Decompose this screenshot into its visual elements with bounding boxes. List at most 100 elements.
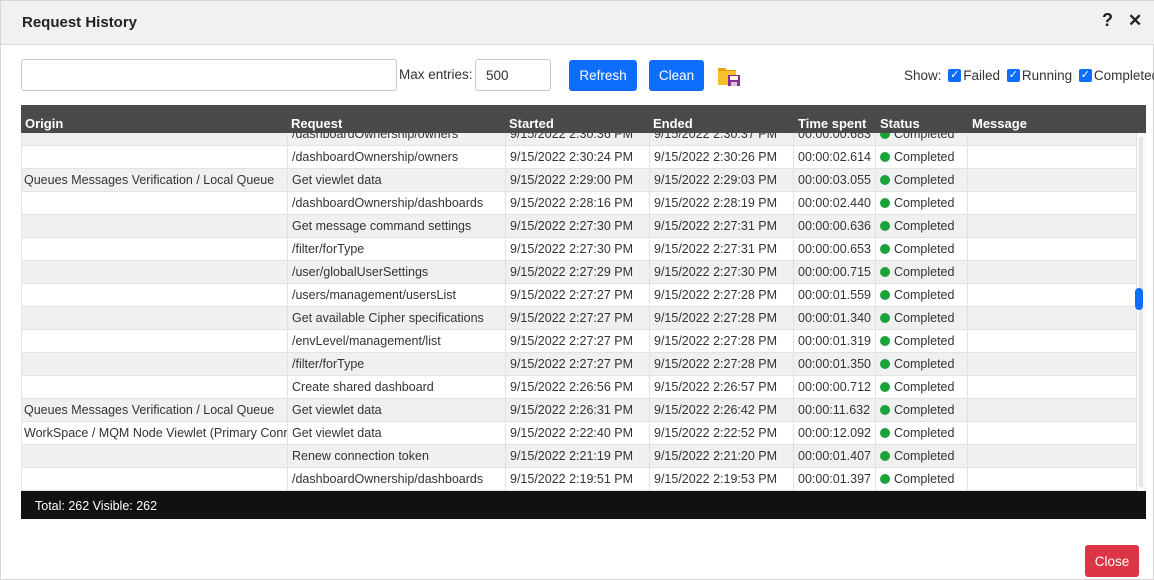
cell-time-spent: 00:00:00.683 [794,133,876,146]
search-input[interactable] [21,59,397,91]
cell-origin [22,284,288,307]
column-header-ended[interactable]: Ended [653,116,693,131]
table-row[interactable]: /dashboardOwnership/owners 9/15/2022 2:30… [22,146,1136,169]
status-dot-icon [880,267,890,277]
cell-started: 9/15/2022 2:27:27 PM [506,284,650,307]
failed-checkbox[interactable]: ✓ [948,68,962,82]
cell-request: Renew connection token [288,445,506,468]
cell-origin [22,133,288,146]
dialog-title: Request History [22,14,138,31]
cell-started: 9/15/2022 2:19:51 PM [506,468,650,491]
scrollbar-thumb[interactable] [1135,288,1143,310]
max-entries-label: Max entries: [399,67,473,82]
cell-status: Completed [876,238,968,261]
column-header-started[interactable]: Started [509,116,554,131]
cell-ended: 9/15/2022 2:19:53 PM [650,468,794,491]
cell-request: Get message command settings [288,215,506,238]
column-header-message[interactable]: Message [972,116,1027,131]
cell-started: 9/15/2022 2:27:30 PM [506,238,650,261]
cell-ended: 9/15/2022 2:27:28 PM [650,330,794,353]
grid-body[interactable]: /dashboardOwnership/owners 9/15/2022 2:30… [21,133,1136,491]
column-header-origin[interactable]: Origin [25,116,63,131]
table-row[interactable]: /dashboardOwnership/dashboards 9/15/2022 … [22,468,1136,491]
status-dot-icon [880,428,890,438]
clean-button[interactable]: Clean [649,60,704,91]
cell-request: /dashboardOwnership/owners [288,146,506,169]
cell-ended: 9/15/2022 2:21:20 PM [650,445,794,468]
completed-checkbox[interactable]: ✓ [1078,68,1092,82]
cell-time-spent: 00:00:02.614 [794,146,876,169]
table-row[interactable]: /user/globalUserSettings 9/15/2022 2:27:2… [22,261,1136,284]
scrollbar-track[interactable] [1139,137,1143,487]
status-dot-icon [880,451,890,461]
cell-origin [22,330,288,353]
table-row[interactable]: Get available Cipher specifications 9/15/… [22,307,1136,330]
status-label: Completed [894,196,955,210]
running-checkbox[interactable]: ✓ [1006,68,1020,82]
status-label: Completed [894,288,955,302]
cell-status: Completed [876,422,968,445]
cell-status: Completed [876,215,968,238]
cell-ended: 9/15/2022 2:30:26 PM [650,146,794,169]
cell-message [968,215,1136,238]
table-row[interactable]: Queues Messages Verification / Local Que… [22,399,1136,422]
grid-footer: Total: 262 Visible: 262 [21,491,1146,519]
table-row[interactable]: Create shared dashboard 9/15/2022 2:26:56… [22,376,1136,399]
vertical-scrollbar[interactable] [1136,133,1146,491]
status-label: Completed [894,426,955,440]
status-dot-icon [880,152,890,162]
help-icon[interactable]: ? [1102,10,1113,31]
cell-time-spent: 00:00:00.712 [794,376,876,399]
cell-request: /users/management/usersList [288,284,506,307]
table-row[interactable]: Queues Messages Verification / Local Que… [22,169,1136,192]
table-row[interactable]: /envLevel/management/list 9/15/2022 2:27:… [22,330,1136,353]
table-row[interactable]: /users/management/usersList 9/15/2022 2:2… [22,284,1136,307]
status-dot-icon [880,336,890,346]
status-label: Completed [894,133,955,141]
cell-ended: 9/15/2022 2:29:03 PM [650,169,794,192]
cell-request: Get viewlet data [288,399,506,422]
column-header-status[interactable]: Status [880,116,920,131]
cell-started: 9/15/2022 2:30:24 PM [506,146,650,169]
cell-started: 9/15/2022 2:26:31 PM [506,399,650,422]
save-export-icon[interactable] [717,65,741,87]
table-row[interactable]: WorkSpace / MQM Node Viewlet (Primary Co… [22,422,1136,445]
cell-request: Get viewlet data [288,422,506,445]
cell-origin [22,192,288,215]
cell-ended: 9/15/2022 2:27:28 PM [650,307,794,330]
cell-started: 9/15/2022 2:26:56 PM [506,376,650,399]
table-row[interactable]: /dashboardOwnership/owners 9/15/2022 2:30… [22,133,1136,146]
table-row[interactable]: /dashboardOwnership/dashboards 9/15/2022 … [22,192,1136,215]
column-header-request[interactable]: Request [291,116,342,131]
cell-message [968,307,1136,330]
status-label: Completed [894,311,955,325]
cell-status: Completed [876,445,968,468]
cell-ended: 9/15/2022 2:27:31 PM [650,215,794,238]
cell-started: 9/15/2022 2:27:30 PM [506,215,650,238]
status-label: Completed [894,150,955,164]
cell-request: /envLevel/management/list [288,330,506,353]
cell-status: Completed [876,468,968,491]
table-row[interactable]: Get message command settings 9/15/2022 2:… [22,215,1136,238]
close-button[interactable]: Close [1085,545,1139,577]
max-entries-input[interactable] [475,59,551,91]
cell-ended: 9/15/2022 2:27:28 PM [650,284,794,307]
table-row[interactable]: Renew connection token 9/15/2022 2:21:19 … [22,445,1136,468]
status-dot-icon [880,359,890,369]
column-header-time-spent[interactable]: Time spent [798,116,866,131]
refresh-button[interactable]: Refresh [569,60,637,91]
cell-time-spent: 00:00:00.715 [794,261,876,284]
cell-started: 9/15/2022 2:27:29 PM [506,261,650,284]
table-row[interactable]: /filter/forType 9/15/2022 2:27:27 PM 9/15/… [22,353,1136,376]
status-label: Completed [894,242,955,256]
show-label: Show: [904,67,942,83]
cell-origin [22,445,288,468]
status-label: Completed [894,334,955,348]
cell-request: /user/globalUserSettings [288,261,506,284]
cell-time-spent: 00:00:00.653 [794,238,876,261]
cell-message [968,330,1136,353]
table-row[interactable]: /filter/forType 9/15/2022 2:27:30 PM 9/15/… [22,238,1136,261]
cell-origin: Queues Messages Verification / Local Que… [22,399,288,422]
cell-status: Completed [876,169,968,192]
close-icon[interactable]: ✕ [1128,11,1142,31]
